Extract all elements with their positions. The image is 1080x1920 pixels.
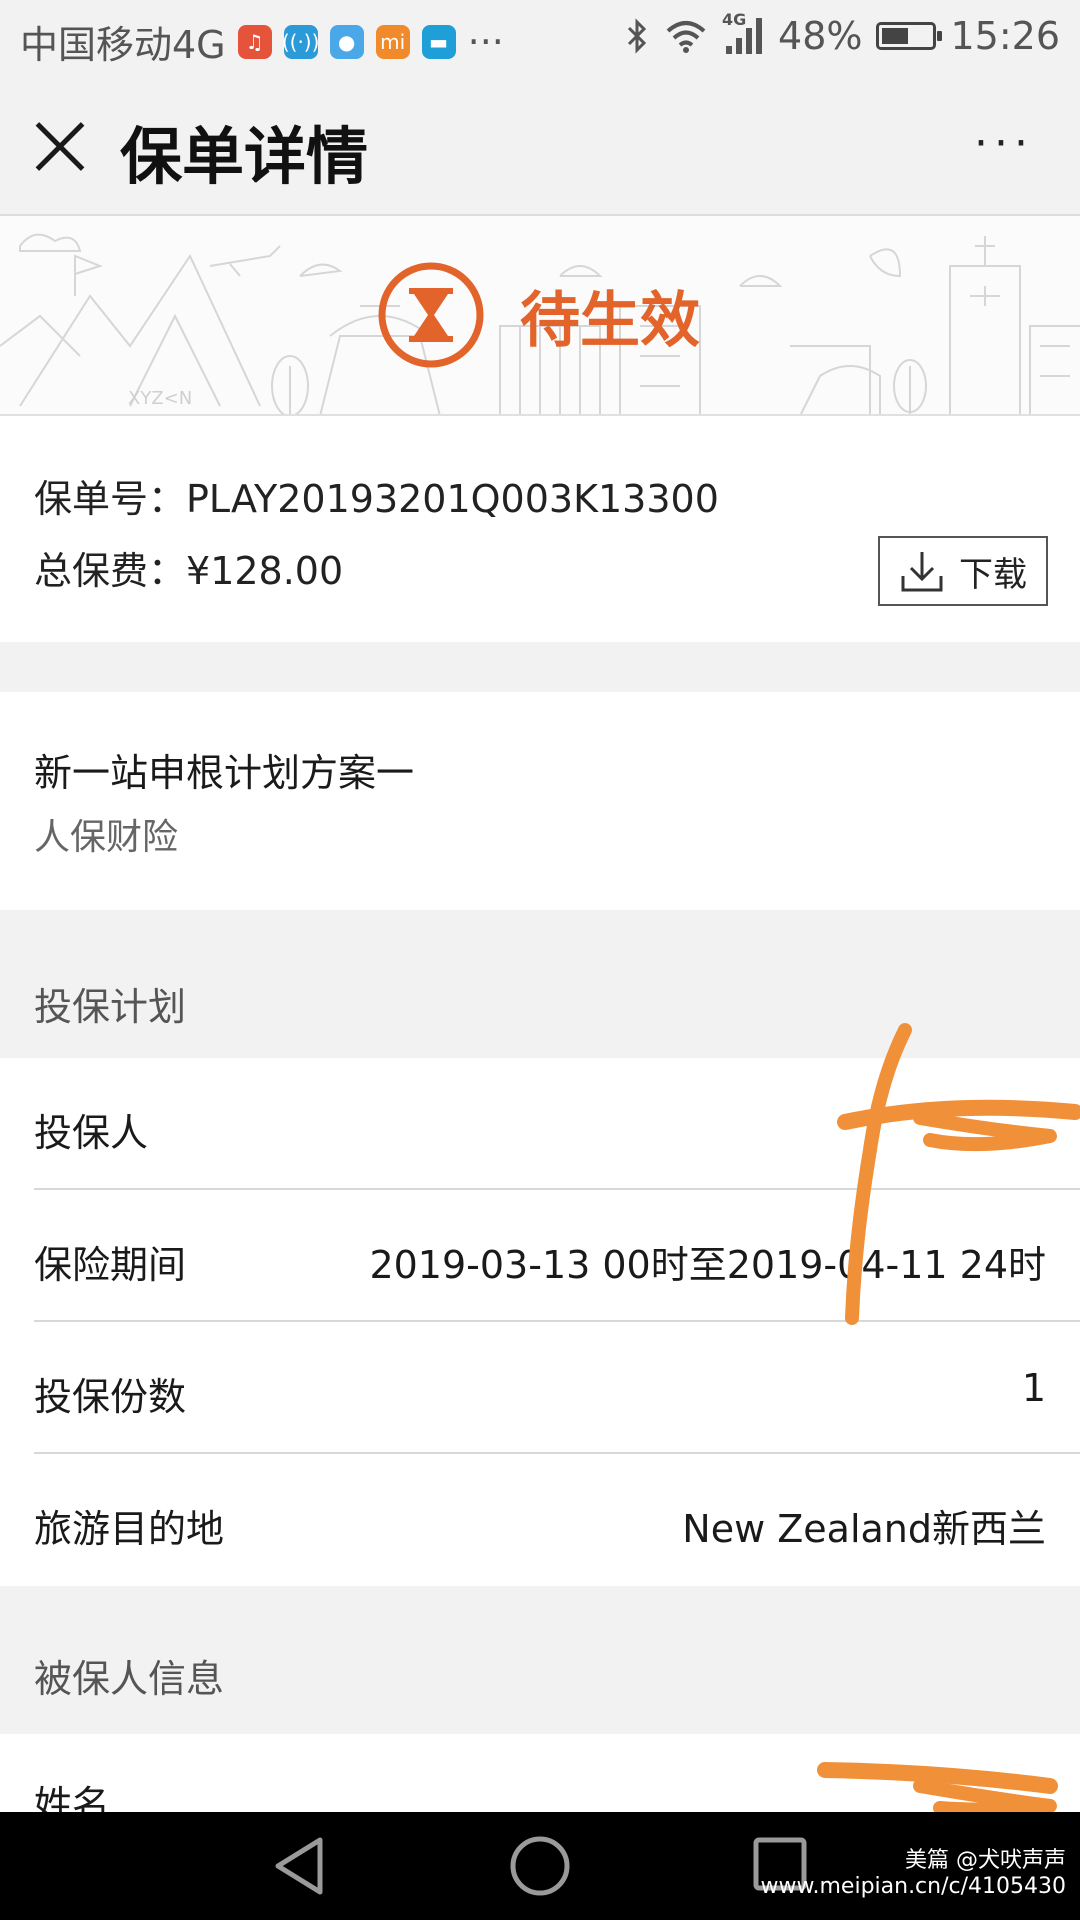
home-icon[interactable] — [508, 1834, 572, 1898]
policy-summary: 保单号：PLAY20193201Q003K13300 总保费：¥128.00 下… — [0, 416, 1080, 642]
insurer-name: 人保财险 — [34, 817, 179, 858]
close-icon[interactable] — [32, 118, 88, 174]
row-label: 投保人 — [34, 1111, 149, 1155]
page-title: 保单详情 — [120, 120, 369, 193]
plan-card[interactable]: 新一站申根计划方案一 人保财险 — [0, 692, 1080, 910]
download-button[interactable]: 下载 — [878, 536, 1048, 606]
list-item: 投保人 — [0, 1058, 1080, 1190]
premium-row: 总保费：¥128.00 — [34, 540, 343, 595]
row-label: 保险期间 — [34, 1243, 187, 1287]
carrier-label: 中国移动4G — [20, 23, 226, 67]
back-icon[interactable] — [270, 1834, 330, 1898]
row-value: 2019-03-13 00时至2019-04-11 24时 — [369, 1243, 1046, 1287]
list-item: 保险期间 2019-03-13 00时至2019-04-11 24时 — [0, 1190, 1080, 1322]
download-label: 下载 — [959, 554, 1027, 595]
more-icon[interactable]: ··· — [974, 122, 1034, 166]
premium-value: ¥128.00 — [186, 549, 344, 593]
insured-info-list: 姓名 — [0, 1734, 1080, 1814]
navigation-bar: 保单详情 ··· — [0, 74, 1080, 216]
svg-text:XYZ<N: XYZ<N — [128, 388, 192, 409]
status-bar-left: 中国移动4G ♫ ((·)) ● mi ▬ ··· — [20, 14, 504, 69]
status-label: 待生效 — [520, 285, 700, 356]
policy-number-value: PLAY20193201Q003K13300 — [186, 477, 719, 521]
policy-status: 待生效 — [376, 260, 700, 370]
insurance-plan-list: 投保人 保险期间 2019-03-13 00时至2019-04-11 24时 投… — [0, 1058, 1080, 1586]
bluetooth-icon — [627, 18, 647, 54]
section-title-insurance-plan: 投保计划 — [34, 985, 187, 1029]
battery-percent: 48% — [778, 14, 863, 58]
row-value: 1 — [1021, 1366, 1046, 1410]
clock: 15:26 — [950, 14, 1060, 58]
list-item: 投保份数 1 — [0, 1322, 1080, 1454]
row-label: 姓名 — [34, 1783, 111, 1814]
row-label: 投保份数 — [34, 1375, 187, 1419]
hourglass-icon — [378, 262, 484, 368]
policy-number-label: 保单号： — [34, 477, 187, 521]
mi-app-icon: mi — [375, 24, 410, 59]
status-bar: 中国移动4G ♫ ((·)) ● mi ▬ ··· 4G 48% 15:26 — [0, 0, 1080, 74]
battery-icon — [876, 22, 943, 50]
watermark-author: 美篇 @犬吠声声 — [905, 1848, 1066, 1873]
more-notifications-icon: ··· — [467, 19, 504, 64]
section-title-insured-info: 被保人信息 — [34, 1657, 225, 1701]
status-bar-right: 4G 48% 15:26 — [624, 10, 1060, 58]
music-app-icon: ♫ — [237, 24, 272, 59]
plan-name: 新一站申根计划方案一 — [34, 751, 415, 795]
message-app-icon: ▬ — [421, 24, 456, 59]
watermark-url: www.meipian.cn/c/4105430 — [760, 1874, 1066, 1899]
signal-icon: 4G — [722, 10, 764, 56]
wifi-icon — [666, 21, 706, 53]
download-icon — [901, 552, 943, 592]
watermark: 美篇 @犬吠声声 www.meipian.cn/c/4105430 — [761, 1848, 1066, 1900]
status-banner: XYZ<N 待生效 — [0, 216, 1080, 416]
policy-number-row: 保单号：PLAY20193201Q003K13300 — [34, 468, 719, 523]
row-value: New Zealand新西兰 — [682, 1507, 1046, 1551]
row-label: 旅游目的地 — [34, 1507, 225, 1551]
wifi-app-icon: ((·)) — [282, 24, 319, 59]
list-item: 旅游目的地 New Zealand新西兰 — [0, 1454, 1080, 1586]
premium-label: 总保费： — [34, 549, 187, 593]
list-item: 姓名 — [0, 1734, 1080, 1814]
location-app-icon: ● — [329, 24, 364, 59]
